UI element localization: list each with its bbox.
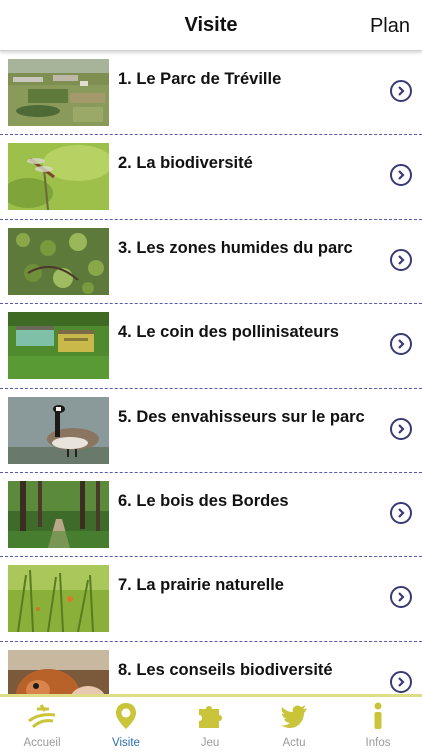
item-label: 3. Les zones humides du parc <box>118 238 353 257</box>
item-label: 1. Le Parc de Tréville <box>118 70 282 88</box>
item-label: 6. Le bois des Bordes <box>118 491 289 510</box>
puzzle-icon <box>199 706 222 728</box>
tab-label: Infos <box>365 737 391 749</box>
item-label: 8. Les conseils biodiversité <box>118 660 333 679</box>
tab-label: Visite <box>112 737 140 749</box>
tab-visite[interactable]: Visite <box>84 699 168 751</box>
forest-path-photo <box>8 480 109 548</box>
wetland-photo <box>8 227 109 295</box>
list-item[interactable]: 3. Les zones humides du parc <box>0 220 422 305</box>
item-label: 7. La prairie naturelle <box>118 576 284 595</box>
squirrel-photo <box>8 649 109 694</box>
visit-list[interactable]: 1. Le Parc de Tréville 2. La biodiversit… <box>0 51 422 694</box>
chevron-right-icon[interactable] <box>390 248 412 271</box>
tab-accueil[interactable]: Accueil <box>0 699 84 751</box>
tab-jeu[interactable]: Jeu <box>168 699 252 751</box>
item-label: 2. La biodiversité <box>118 154 253 173</box>
tab-label: Actu <box>282 737 306 749</box>
chevron-right-icon[interactable] <box>390 417 412 440</box>
tab-bar: Accueil Visite Jeu Actu Infos <box>0 694 422 753</box>
dragonfly-photo <box>8 143 109 211</box>
canada-goose-photo <box>8 396 109 464</box>
chevron-right-icon[interactable] <box>390 670 412 693</box>
list-item[interactable]: 7. La prairie naturelle <box>0 557 422 642</box>
park-aerial-photo <box>8 59 109 126</box>
chevron-right-icon[interactable] <box>390 501 412 524</box>
chevron-right-icon[interactable] <box>390 586 412 609</box>
beehives-photo <box>8 312 109 380</box>
list-item[interactable]: 6. Le bois des Bordes <box>0 473 422 558</box>
item-label: 4. Le coin des pollinisateurs <box>118 323 339 342</box>
map-pin-icon <box>116 703 136 729</box>
list-item[interactable]: 2. La biodiversité <box>0 135 422 220</box>
tab-label: Accueil <box>23 737 61 749</box>
item-label: 5. Des envahisseurs sur le parc <box>118 407 365 426</box>
list-item[interactable]: 4. Le coin des pollinisateurs <box>0 304 422 389</box>
info-icon <box>374 702 382 729</box>
page-title: Visite <box>184 14 238 36</box>
tab-label: Jeu <box>200 737 220 749</box>
chevron-right-icon[interactable] <box>390 80 412 102</box>
tab-infos[interactable]: Infos <box>336 699 420 751</box>
chevron-right-icon[interactable] <box>390 164 412 187</box>
list-item[interactable]: 8. Les conseils biodiversité <box>0 642 422 694</box>
meadow-photo <box>8 565 109 633</box>
twitter-bird-icon <box>281 705 307 728</box>
tab-actu[interactable]: Actu <box>252 699 336 751</box>
chevron-right-icon[interactable] <box>390 333 412 356</box>
list-item[interactable]: 1. Le Parc de Tréville <box>0 51 422 136</box>
header-bar: Visite Plan <box>0 0 422 51</box>
list-item[interactable]: 5. Des envahisseurs sur le parc <box>0 389 422 473</box>
plan-button[interactable]: Plan <box>370 15 410 38</box>
home-logo-icon <box>28 704 56 729</box>
